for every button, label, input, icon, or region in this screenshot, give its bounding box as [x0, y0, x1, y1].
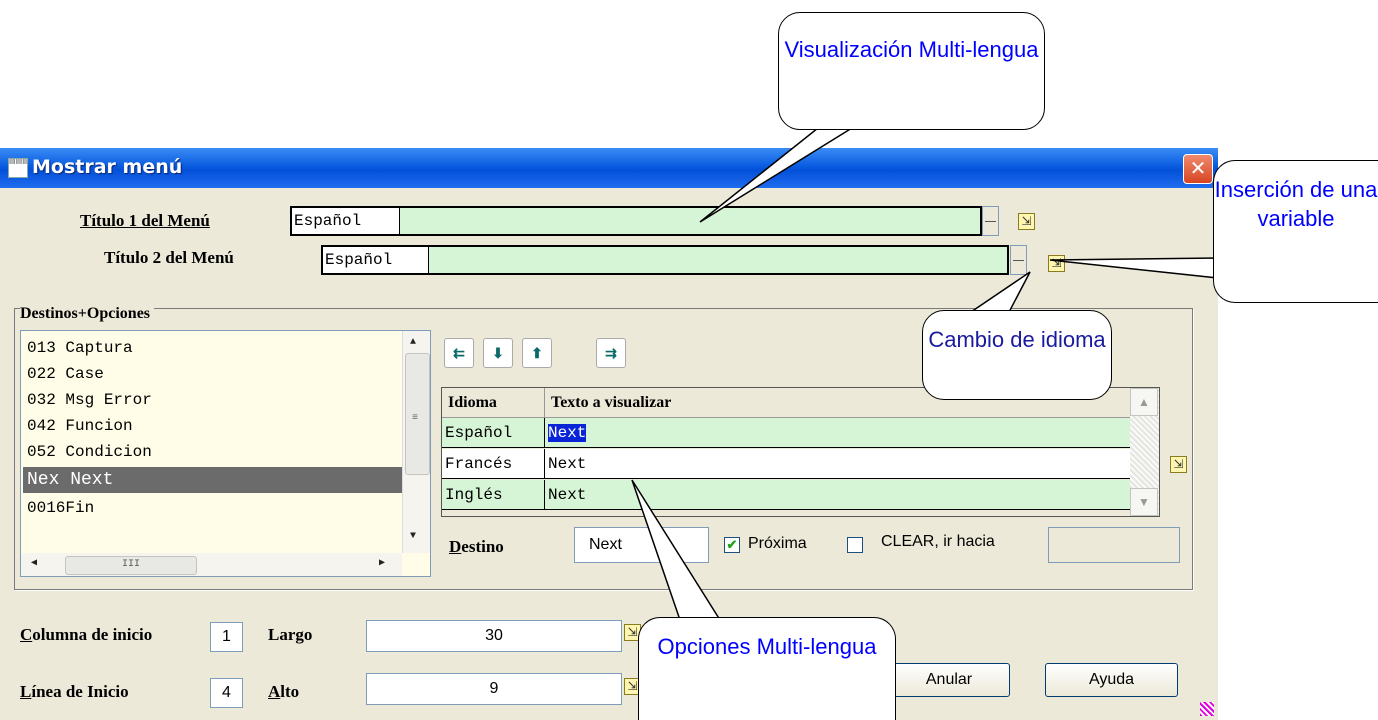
callout-insercion: Inserción de una variable: [1213, 160, 1378, 303]
callout-visualizacion: Visualización Multi-lengua: [778, 12, 1045, 130]
callout-tails: [631, 127, 1219, 621]
callout-opciones: Opciones Multi-lengua: [638, 617, 896, 720]
callout-cambio-idioma: Cambio de idioma: [922, 310, 1112, 400]
